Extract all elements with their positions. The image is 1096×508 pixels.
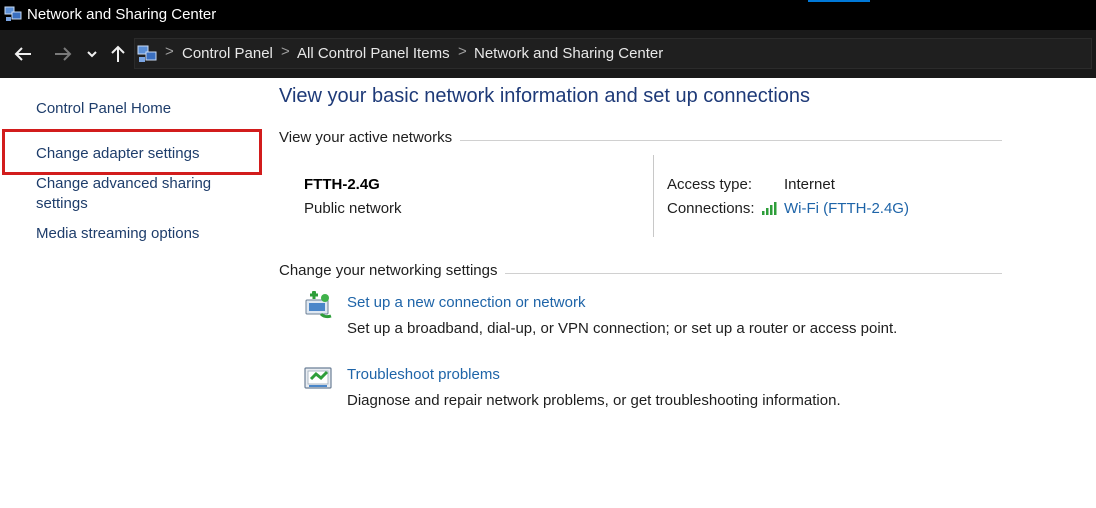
breadcrumb-network-center[interactable]: Network and Sharing Center <box>474 45 663 62</box>
back-button[interactable] <box>12 42 34 66</box>
network-name: FTTH-2.4G <box>304 176 380 193</box>
breadcrumb-separator-icon: > <box>458 43 467 60</box>
sidebar-item-change-adapter-settings[interactable]: Change adapter settings <box>36 144 199 164</box>
troubleshoot-icon <box>304 367 332 389</box>
wifi-connection-link[interactable]: Wi-Fi (FTTH-2.4G) <box>784 200 909 217</box>
networking-settings-title: Change your networking settings <box>279 262 506 279</box>
access-type-value: Internet <box>784 176 835 193</box>
recent-locations-button[interactable] <box>84 42 100 66</box>
troubleshoot-link[interactable]: Troubleshoot problems <box>347 366 500 383</box>
page-title: View your basic network information and … <box>279 85 811 107</box>
breadcrumb-control-panel[interactable]: Control Panel <box>182 45 273 62</box>
vertical-divider <box>653 155 654 237</box>
accent-strip <box>808 0 870 2</box>
setup-connection-link[interactable]: Set up a new connection or network <box>347 294 585 311</box>
breadcrumb-all-items[interactable]: All Control Panel Items <box>297 45 450 62</box>
network-center-icon <box>4 6 22 21</box>
chevron-down-icon <box>87 51 97 58</box>
breadcrumb-separator-icon: > <box>165 43 174 60</box>
wifi-signal-icon <box>762 202 777 215</box>
network-category: Public network <box>304 200 402 217</box>
connections-label: Connections: <box>667 200 755 217</box>
sidebar-item-media-streaming[interactable]: Media streaming options <box>36 224 199 244</box>
window-title: Network and Sharing Center <box>27 6 217 23</box>
address-field[interactable]: > Control Panel > All Control Panel Item… <box>134 38 1092 69</box>
up-arrow-icon <box>111 45 125 62</box>
control-panel-icon <box>137 45 157 62</box>
access-type-label: Access type: <box>667 176 753 193</box>
sidebar-item-control-panel-home[interactable]: Control Panel Home <box>36 99 171 119</box>
forward-arrow-icon <box>55 47 72 61</box>
up-button[interactable] <box>108 42 128 66</box>
troubleshoot-description: Diagnose and repair network problems, or… <box>347 392 841 409</box>
new-connection-icon <box>305 291 332 319</box>
title-bar: Network and Sharing Center <box>0 0 1096 30</box>
setup-connection-description: Set up a broadband, dial-up, or VPN conn… <box>347 320 898 337</box>
sidebar-item-advanced-sharing[interactable]: Change advanced sharing settings <box>36 174 211 214</box>
back-arrow-icon <box>14 47 31 61</box>
active-networks-title: View your active networks <box>279 129 461 146</box>
breadcrumb-separator-icon: > <box>281 43 290 60</box>
forward-button[interactable] <box>52 42 74 66</box>
address-bar: > Control Panel > All Control Panel Item… <box>0 30 1096 78</box>
